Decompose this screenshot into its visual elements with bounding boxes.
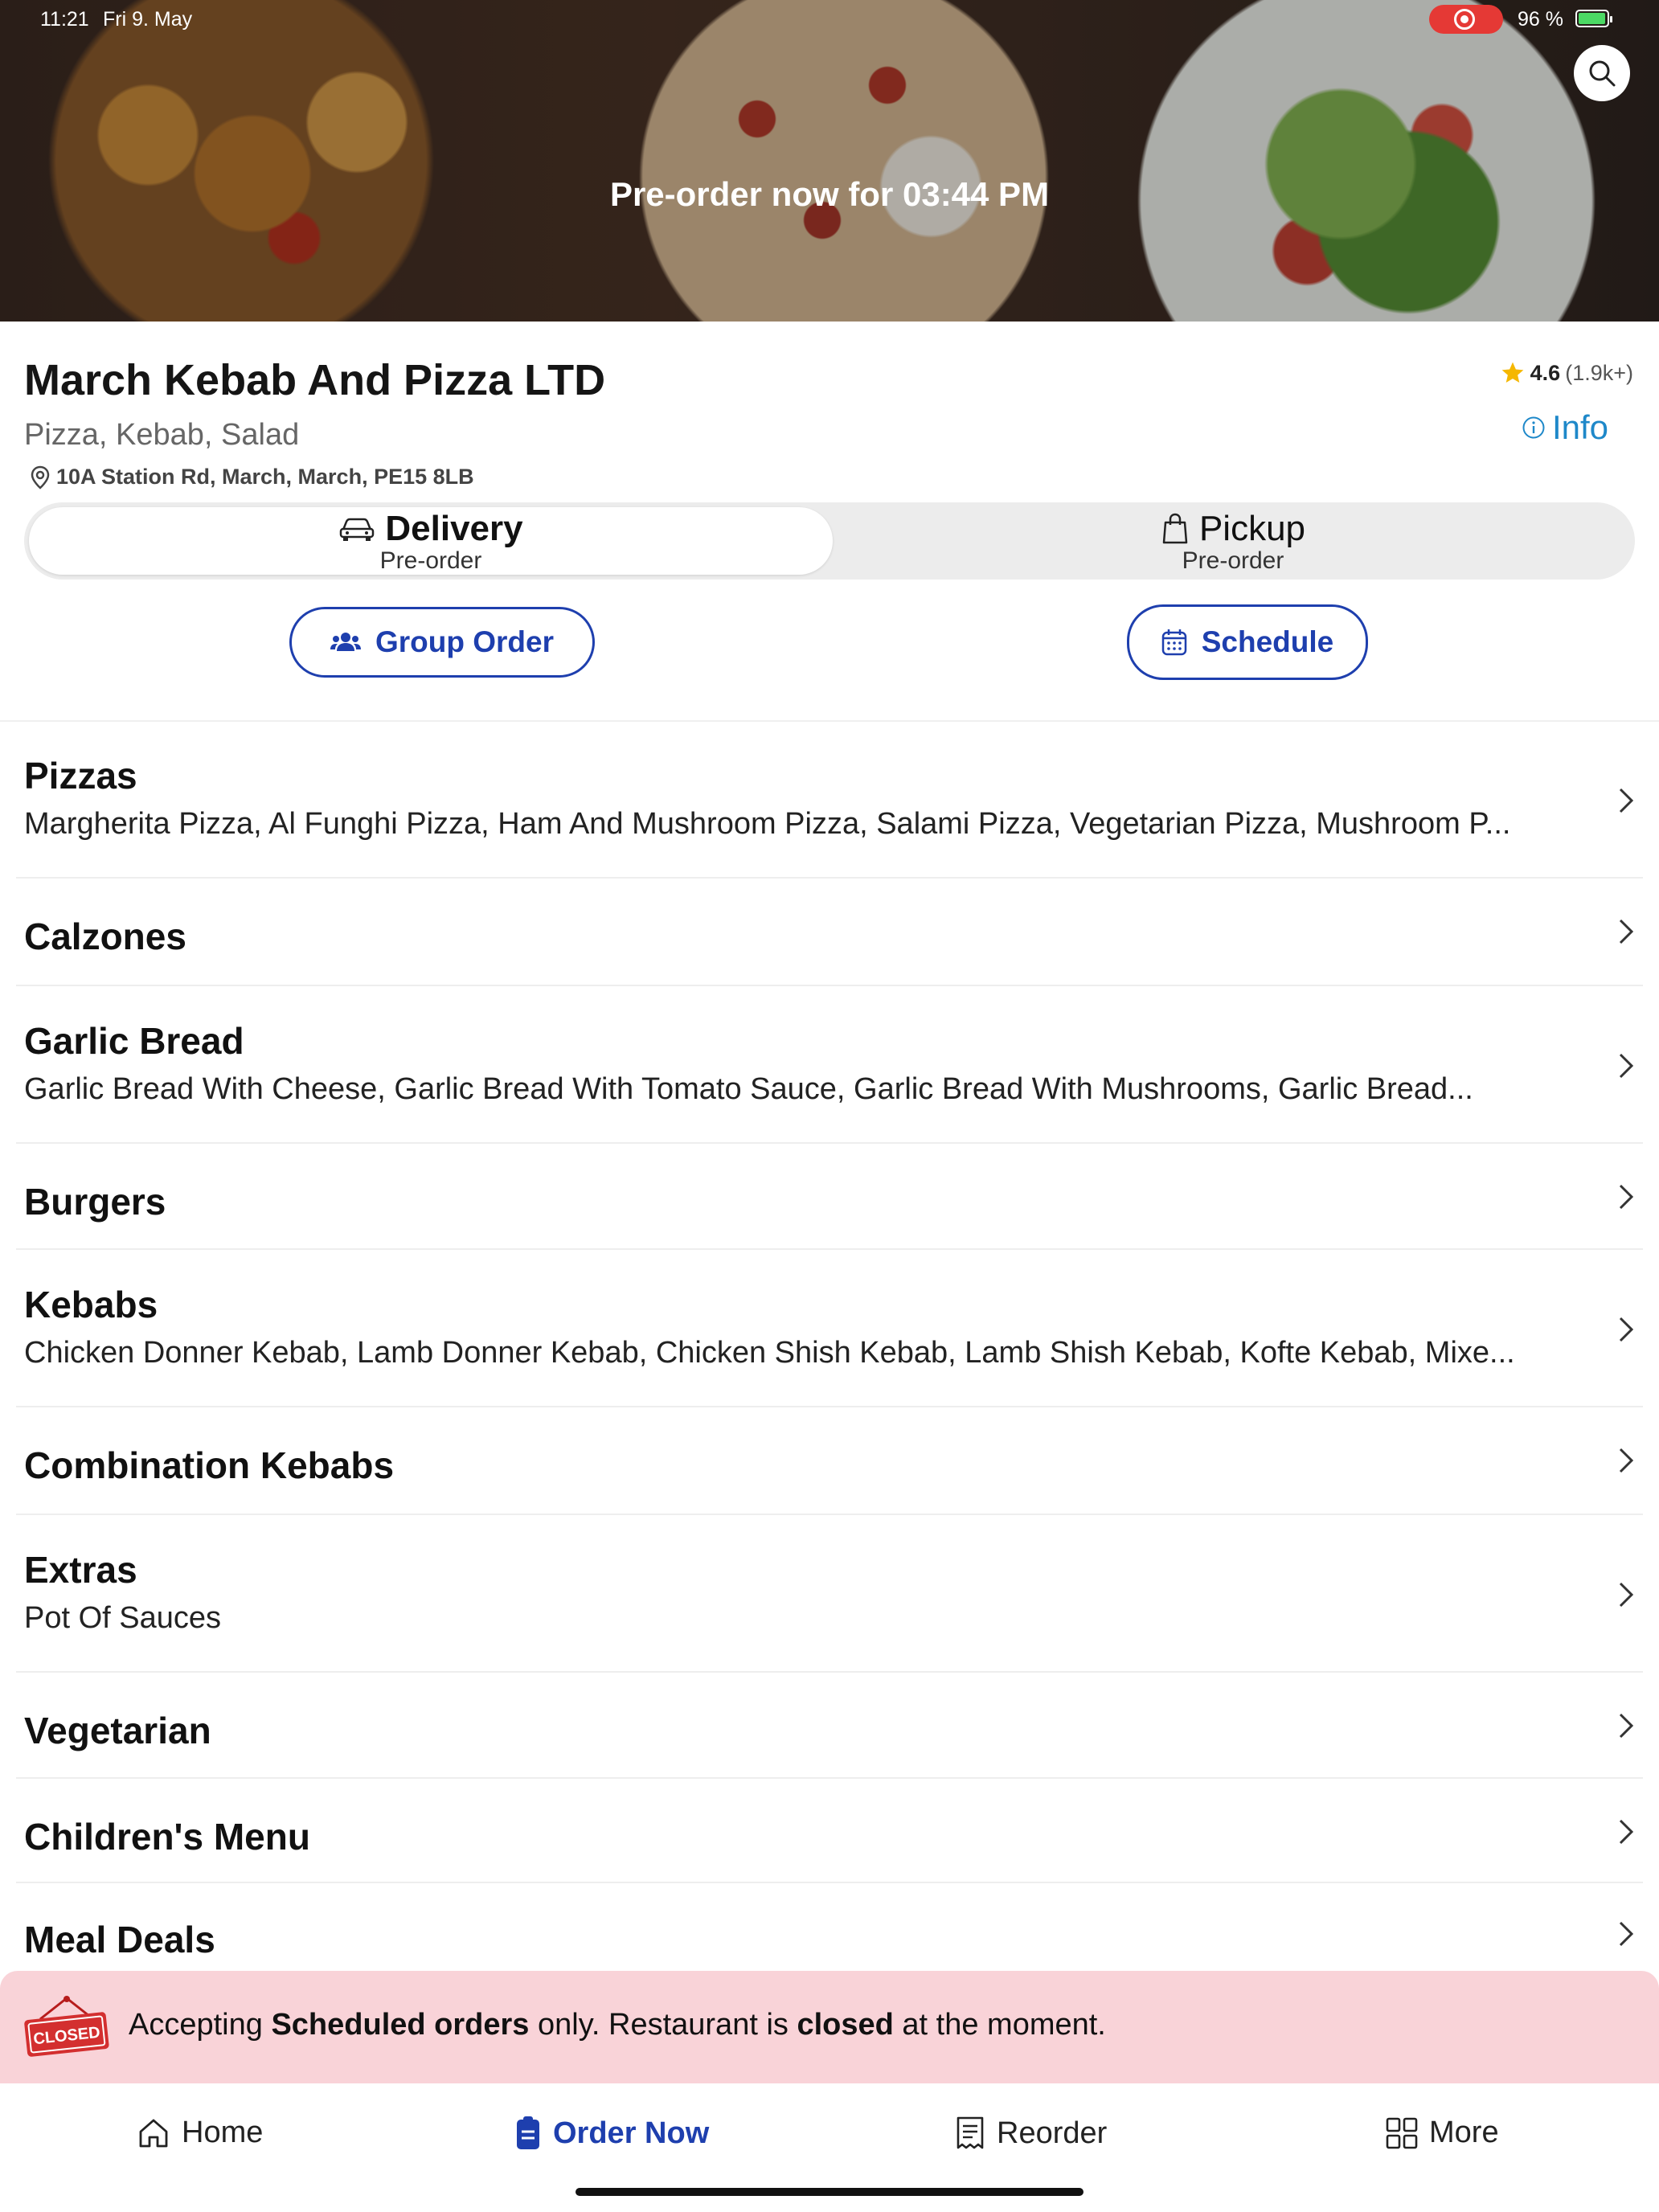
restaurant-rating: 4.6 (1.9k+) bbox=[1500, 360, 1633, 386]
category-name: Meal Deals bbox=[24, 1919, 215, 1960]
category-row-pizzas[interactable]: Pizzas Margherita Pizza, Al Funghi Pizza… bbox=[16, 720, 1643, 879]
chevron-right-icon bbox=[1619, 1921, 1634, 1947]
order-mode-toggle: Delivery Pre-order Pickup Pre-order bbox=[24, 502, 1635, 580]
category-name: Garlic Bread bbox=[24, 1020, 244, 1062]
chevron-right-icon bbox=[1619, 1053, 1634, 1079]
status-time: 11:21 bbox=[40, 8, 89, 31]
nav-home-label: Home bbox=[182, 2116, 264, 2149]
nav-order-now[interactable]: Order Now bbox=[514, 2116, 709, 2151]
closed-banner: CLOSED Accepting Scheduled orders only. … bbox=[0, 1971, 1659, 2083]
category-items: Chicken Donner Kebab, Lamb Donner Kebab,… bbox=[24, 1336, 1515, 1370]
category-name: Children's Menu bbox=[24, 1816, 310, 1858]
category-row-garlic-bread[interactable]: Garlic Bread Garlic Bread With Cheese, G… bbox=[16, 985, 1643, 1144]
category-row-meal-deals[interactable]: Meal Deals bbox=[16, 1882, 1643, 1971]
chevron-right-icon bbox=[1619, 1713, 1634, 1739]
nav-reorder[interactable]: Reorder bbox=[955, 2116, 1107, 2151]
chevron-right-icon bbox=[1619, 1317, 1634, 1342]
category-row-extras[interactable]: Extras Pot Of Sauces bbox=[16, 1514, 1643, 1673]
category-name: Kebabs bbox=[24, 1284, 158, 1325]
chevron-right-icon bbox=[1619, 1448, 1634, 1473]
category-name: Extras bbox=[24, 1549, 137, 1591]
category-name: Calzones bbox=[24, 916, 186, 957]
home-indicator[interactable] bbox=[576, 2188, 1083, 2196]
shopping-bag-icon bbox=[1162, 513, 1188, 544]
order-icon bbox=[517, 2116, 539, 2149]
rating-count: (1.9k+) bbox=[1565, 360, 1633, 385]
battery-percent: 96 % bbox=[1518, 8, 1563, 31]
nav-home[interactable]: Home bbox=[137, 2116, 263, 2150]
chevron-right-icon bbox=[1619, 1184, 1634, 1210]
category-name: Pizzas bbox=[24, 755, 137, 797]
category-name: Burgers bbox=[24, 1181, 166, 1223]
group-order-button[interactable]: Group Order bbox=[289, 607, 595, 678]
pickup-label: Pickup bbox=[1198, 509, 1306, 548]
receipt-icon bbox=[956, 2116, 984, 2149]
chevron-right-icon bbox=[1619, 1582, 1634, 1608]
category-row-childrens-menu[interactable]: Children's Menu bbox=[16, 1778, 1643, 1883]
chevron-right-icon bbox=[1619, 919, 1634, 944]
preorder-title: Pre-order now for 03:44 PM bbox=[609, 175, 1050, 213]
nav-more-label: More bbox=[1429, 2116, 1499, 2149]
restaurant-cuisines: Pizza, Kebab, Salad bbox=[24, 418, 300, 452]
restaurant-name: March Kebab And Pizza LTD bbox=[24, 356, 606, 404]
group-icon bbox=[330, 633, 361, 651]
search-button[interactable] bbox=[1574, 45, 1630, 101]
closed-sign-icon: CLOSED bbox=[24, 1996, 109, 2057]
address-text: 10A Station Rd, March, March, PE15 8LB bbox=[56, 465, 474, 489]
info-label: Info bbox=[1551, 408, 1608, 446]
nav-order-now-label: Order Now bbox=[553, 2116, 710, 2150]
schedule-button[interactable]: Schedule bbox=[1127, 604, 1368, 680]
status-date: Fri 9. May bbox=[103, 8, 193, 31]
search-icon bbox=[1589, 60, 1616, 87]
delivery-option[interactable]: Delivery Pre-order bbox=[29, 507, 833, 575]
screen-recording-indicator[interactable] bbox=[1429, 5, 1503, 34]
info-icon bbox=[1522, 416, 1545, 439]
star-icon bbox=[1501, 362, 1523, 383]
category-name: Combination Kebabs bbox=[24, 1444, 395, 1486]
home-icon bbox=[139, 2119, 168, 2147]
chevron-right-icon bbox=[1619, 788, 1634, 813]
calendar-icon bbox=[1161, 629, 1186, 656]
category-row-calzones[interactable]: Calzones bbox=[16, 878, 1643, 986]
chevron-right-icon bbox=[1619, 1819, 1634, 1845]
pickup-option[interactable]: Pickup Pre-order bbox=[831, 507, 1635, 575]
info-link[interactable]: Info bbox=[1522, 408, 1608, 447]
rating-value: 4.6 bbox=[1530, 360, 1561, 385]
category-items: Pot Of Sauces bbox=[24, 1601, 222, 1635]
category-name: Vegetarian bbox=[24, 1710, 211, 1751]
category-row-kebabs[interactable]: Kebabs Chicken Donner Kebab, Lamb Donner… bbox=[16, 1249, 1643, 1407]
hero-banner: Pre-order now for 03:44 PM bbox=[0, 0, 1659, 322]
restaurant-address: 10A Station Rd, March, March, PE15 8LB bbox=[29, 465, 474, 490]
nav-more[interactable]: More bbox=[1386, 2116, 1499, 2150]
delivery-sub: Pre-order bbox=[379, 547, 482, 574]
group-order-label: Group Order bbox=[375, 625, 555, 658]
schedule-label: Schedule bbox=[1201, 625, 1334, 658]
car-icon bbox=[340, 518, 375, 541]
pickup-sub: Pre-order bbox=[1182, 547, 1284, 574]
category-items: Margherita Pizza, Al Funghi Pizza, Ham A… bbox=[24, 807, 1511, 841]
category-row-vegetarian[interactable]: Vegetarian bbox=[16, 1672, 1643, 1779]
location-pin-icon bbox=[31, 465, 50, 490]
category-row-combination-kebabs[interactable]: Combination Kebabs bbox=[16, 1407, 1643, 1515]
category-row-burgers[interactable]: Burgers bbox=[16, 1143, 1643, 1250]
grid-icon bbox=[1386, 2117, 1418, 2149]
battery-icon bbox=[1575, 10, 1612, 27]
nav-reorder-label: Reorder bbox=[997, 2116, 1108, 2150]
delivery-label: Delivery bbox=[385, 509, 523, 548]
closed-message: Accepting Scheduled orders only. Restaur… bbox=[129, 2008, 1106, 2042]
category-items: Garlic Bread With Cheese, Garlic Bread W… bbox=[24, 1072, 1473, 1106]
